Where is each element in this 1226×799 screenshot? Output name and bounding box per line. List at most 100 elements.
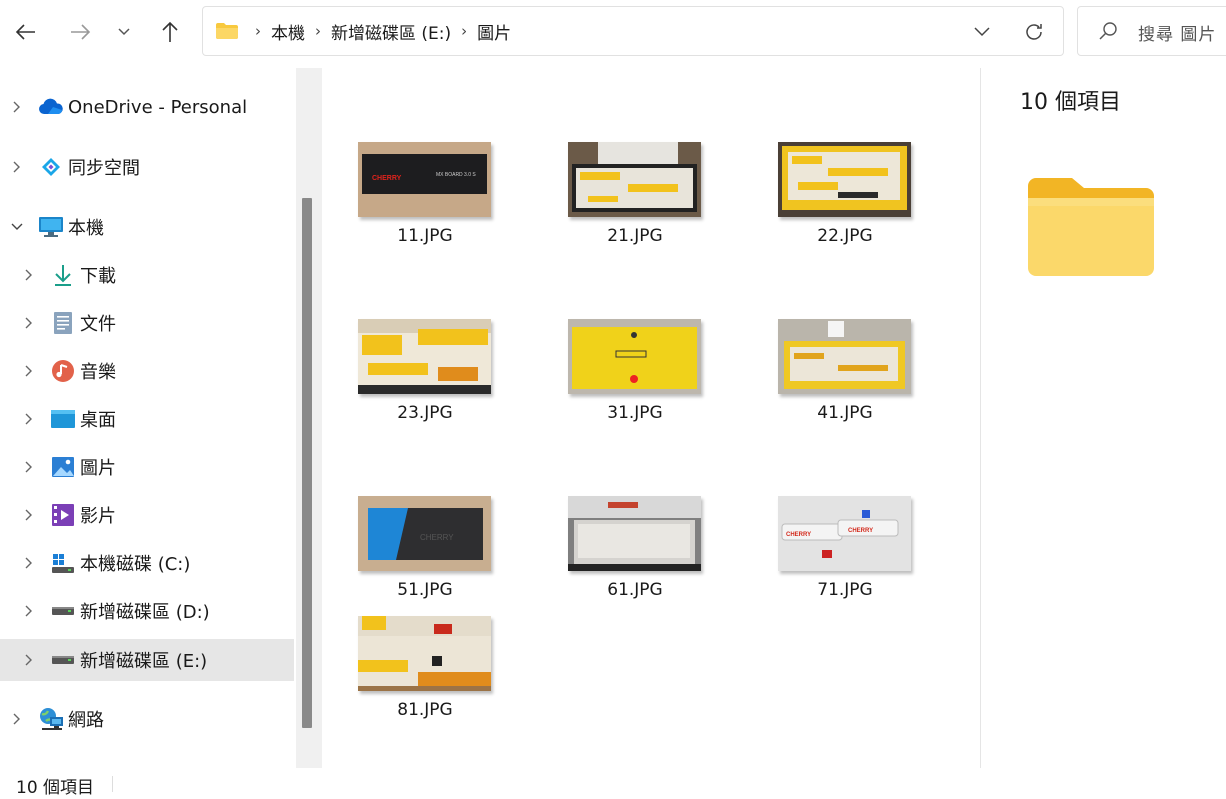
svg-text:CHERRY: CHERRY xyxy=(786,532,811,538)
file-tile[interactable]: CHERRY 51.JPG xyxy=(350,496,500,606)
sidebar-item-label: 圖片 xyxy=(80,458,116,479)
sidebar-item-label: 本機磁碟 (C:) xyxy=(80,554,191,575)
sidebar-item-onedrive[interactable]: OneDrive - Personal xyxy=(0,86,294,128)
sidebar-item-videos[interactable]: 影片 xyxy=(0,494,294,536)
address-history-dropdown[interactable] xyxy=(967,19,997,45)
image-thumbnail xyxy=(568,142,701,217)
chevron-right-icon[interactable] xyxy=(22,556,36,570)
breadcrumb-item-this-pc[interactable]: 本機 xyxy=(271,19,305,44)
file-name: 81.JPG xyxy=(397,700,453,720)
sidebar-item-label: 下載 xyxy=(80,266,116,287)
refresh-button[interactable] xyxy=(1019,19,1049,45)
file-tile[interactable]: CHERRY CHERRY 71.JPG xyxy=(770,496,920,606)
file-tile[interactable]: 81.JPG xyxy=(350,616,500,726)
sidebar-item-label: 新增磁碟區 (E:) xyxy=(80,651,208,672)
image-thumbnail xyxy=(568,319,701,394)
file-tile[interactable]: 31.JPG xyxy=(560,319,710,429)
sidebar-item-label: OneDrive - Personal xyxy=(68,96,248,118)
onedrive-cloud-icon xyxy=(38,95,64,119)
status-bar: 10 個項目 xyxy=(0,768,1226,799)
sidebar-item-sync-space[interactable]: 同步空間 xyxy=(0,146,294,188)
sidebar-item-label: 音樂 xyxy=(80,362,116,383)
arrow-right-icon xyxy=(71,24,91,40)
chevron-down-icon xyxy=(974,27,990,37)
drive-icon xyxy=(50,648,76,672)
svg-text:MX BOARD 3.0 S: MX BOARD 3.0 S xyxy=(436,172,476,178)
sidebar-item-label: 影片 xyxy=(80,506,116,527)
image-thumbnail: CHERRY xyxy=(358,496,491,571)
sidebar-item-network[interactable]: 網路 xyxy=(0,698,294,740)
breadcrumb-item-drive-e[interactable]: 新增磁碟區 (E:) xyxy=(331,19,451,44)
sidebar-item-drive-c[interactable]: 本機磁碟 (C:) xyxy=(0,542,294,584)
image-thumbnail: CHERRY MX BOARD 3.0 S xyxy=(358,142,491,217)
chevron-right-icon[interactable] xyxy=(22,653,36,667)
this-pc-icon xyxy=(38,215,64,239)
chevron-right-icon[interactable] xyxy=(10,712,24,726)
breadcrumb-separator: › xyxy=(461,22,468,40)
file-tile[interactable]: 21.JPG xyxy=(560,142,710,252)
chevron-right-icon[interactable] xyxy=(22,412,36,426)
sidebar-item-this-pc[interactable]: 本機 xyxy=(0,206,294,248)
file-name: 11.JPG xyxy=(397,226,453,246)
sidebar-item-label: 新增磁碟區 (D:) xyxy=(80,602,210,623)
chevron-right-icon[interactable] xyxy=(10,160,24,174)
sidebar-item-label: 本機 xyxy=(68,218,104,239)
recent-locations-button[interactable] xyxy=(108,14,140,50)
file-name: 22.JPG xyxy=(817,226,873,246)
pictures-icon xyxy=(50,455,76,479)
network-icon xyxy=(38,707,64,731)
sidebar-item-drive-e[interactable]: 新增磁碟區 (E:) xyxy=(0,639,294,681)
breadcrumb: › 本機 › 新增磁碟區 (E:) › 圖片 xyxy=(215,7,511,55)
file-tile[interactable]: 41.JPG xyxy=(770,319,920,429)
chevron-right-icon[interactable] xyxy=(22,268,36,282)
breadcrumb-separator: › xyxy=(315,22,321,40)
chevron-right-icon[interactable] xyxy=(22,508,36,522)
sidebar-scrollbar-thumb[interactable] xyxy=(302,198,312,728)
details-item-count: 10 個項目 xyxy=(1020,90,1121,115)
sidebar-item-drive-d[interactable]: 新增磁碟區 (D:) xyxy=(0,590,294,632)
chevron-right-icon[interactable] xyxy=(22,316,36,330)
chevron-right-icon[interactable] xyxy=(22,604,36,618)
sidebar-item-label: 文件 xyxy=(80,314,116,335)
file-name: 71.JPG xyxy=(817,580,873,600)
sidebar-item-pictures[interactable]: 圖片 xyxy=(0,446,294,488)
file-tile[interactable]: 22.JPG xyxy=(770,142,920,252)
search-box[interactable]: 搜尋 圖片 xyxy=(1077,6,1226,56)
breadcrumb-separator: › xyxy=(255,22,261,40)
chevron-right-icon[interactable] xyxy=(22,460,36,474)
sidebar-item-documents[interactable]: 文件 xyxy=(0,302,294,344)
forward-button[interactable] xyxy=(64,14,96,50)
status-divider xyxy=(112,776,113,792)
file-view: CHERRY MX BOARD 3.0 S 11.JPG 21.JPG 22.JP… xyxy=(324,64,980,768)
arrow-up-icon xyxy=(162,21,178,42)
folder-icon xyxy=(216,23,238,39)
up-button[interactable] xyxy=(154,14,186,50)
file-tile[interactable]: 23.JPG xyxy=(350,319,500,429)
chevron-right-icon[interactable] xyxy=(10,100,24,114)
sidebar-item-downloads[interactable]: 下載 xyxy=(0,254,294,296)
address-bar[interactable]: › 本機 › 新增磁碟區 (E:) › 圖片 xyxy=(202,6,1064,56)
file-name: 61.JPG xyxy=(607,580,663,600)
refresh-icon xyxy=(1026,24,1042,40)
file-name: 23.JPG xyxy=(397,403,453,423)
sync-space-icon xyxy=(38,155,64,179)
image-thumbnail xyxy=(358,616,491,691)
chevron-right-icon[interactable] xyxy=(22,364,36,378)
download-icon xyxy=(50,263,76,287)
file-tile[interactable]: CHERRY MX BOARD 3.0 S 11.JPG xyxy=(350,142,500,252)
chevron-down-icon[interactable] xyxy=(10,220,24,234)
image-thumbnail xyxy=(778,142,911,217)
image-thumbnail: CHERRY CHERRY xyxy=(778,496,911,571)
file-tile[interactable]: 61.JPG xyxy=(560,496,710,606)
breadcrumb-item-pictures[interactable]: 圖片 xyxy=(477,19,511,44)
svg-text:CHERRY: CHERRY xyxy=(420,533,454,542)
navigation-pane: OneDrive - Personal 同步空間 本機 下載 文件 音樂 桌面 … xyxy=(0,64,296,768)
sidebar-item-desktop[interactable]: 桌面 xyxy=(0,398,294,440)
search-input[interactable]: 搜尋 圖片 xyxy=(1138,20,1216,45)
file-name: 51.JPG xyxy=(397,580,453,600)
sidebar-item-label: 桌面 xyxy=(80,410,116,431)
image-thumbnail xyxy=(568,496,701,571)
search-icon xyxy=(1099,22,1117,40)
sidebar-item-music[interactable]: 音樂 xyxy=(0,350,294,392)
back-button[interactable] xyxy=(10,14,42,50)
